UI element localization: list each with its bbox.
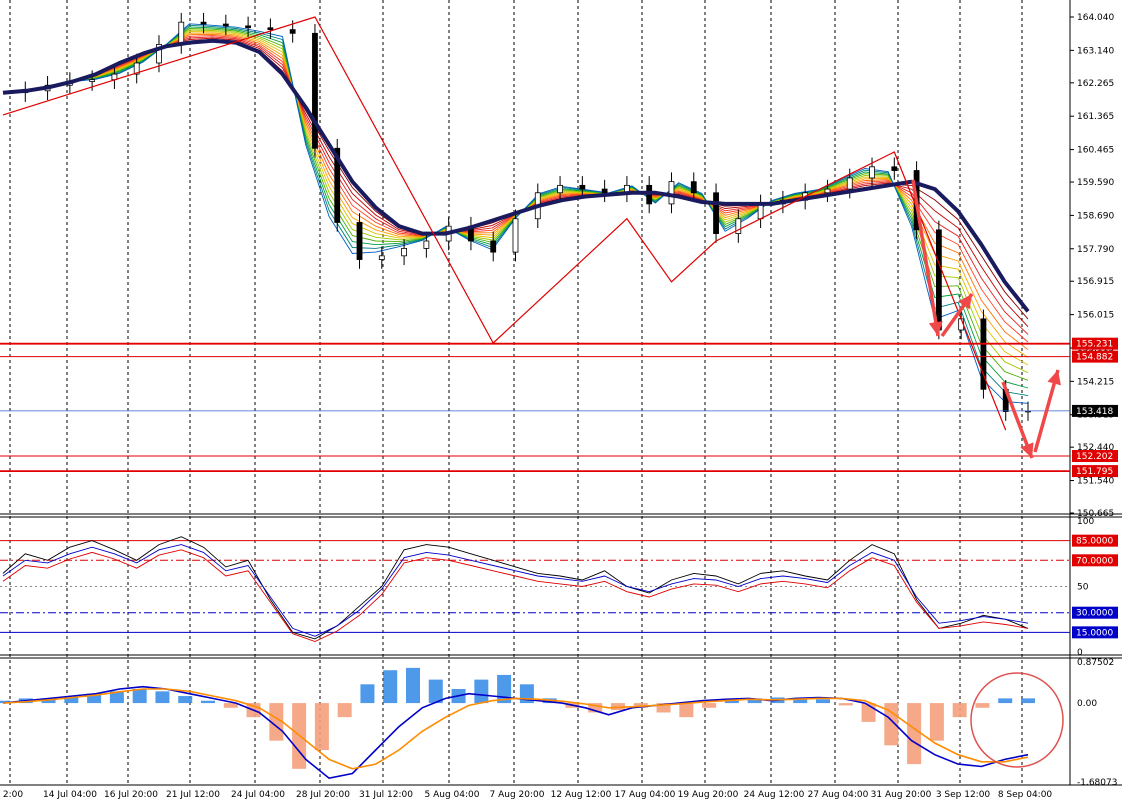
time-axis-labels: 2:00 14 Jul 04:00 16 Jul 20:00 21 Jul 12:00… <box>3 790 1053 800</box>
candle-body <box>178 21 185 45</box>
candle-body <box>423 240 430 249</box>
candle-body <box>267 27 274 31</box>
candle-body <box>935 229 942 331</box>
time-label: 7 Aug 20:00 <box>490 790 545 800</box>
time-label: 28 Jul 20:00 <box>296 790 350 800</box>
macd-panel: 0.87502 0.00 -1.68073 <box>0 658 1117 788</box>
candle-body <box>89 79 96 82</box>
macd-histogram-bar <box>907 703 922 765</box>
price-tick-label: 159.590 <box>1077 178 1114 188</box>
price-tick-label: 163.140 <box>1077 46 1114 56</box>
macd-tick-label: 0.87502 <box>1077 658 1114 668</box>
price-tick-label: 151.540 <box>1077 477 1114 487</box>
candle-body <box>245 25 252 29</box>
macd-histogram-bar <box>702 703 717 708</box>
time-label: 31 Aug 20:00 <box>871 790 932 800</box>
candle-body <box>490 240 497 253</box>
price-tick-label: 161.365 <box>1077 112 1114 122</box>
price-tick-label: 164.040 <box>1077 13 1114 23</box>
candle-body <box>690 181 697 194</box>
price-panel-bg <box>0 0 1070 513</box>
macd-histogram-bar <box>838 703 853 706</box>
price-level-label: 152.202 <box>1076 452 1113 462</box>
macd-histogram-bar <box>360 684 375 704</box>
price-level-label: 151.795 <box>1076 467 1113 477</box>
macd-histogram-bar <box>679 703 694 718</box>
macd-histogram-bar <box>952 703 967 718</box>
candle-body <box>512 218 519 253</box>
time-label: 17 Aug 04:00 <box>615 790 676 800</box>
candle-body <box>579 184 586 190</box>
macd-histogram-bar <box>155 691 170 704</box>
price-level-label: 154.882 <box>1076 353 1113 363</box>
candle-body <box>356 222 363 260</box>
candle-body <box>289 29 296 34</box>
stoch-tick-label: 0 <box>1077 648 1083 658</box>
time-label: 5 Aug 04:00 <box>425 790 480 800</box>
macd-histogram-bar <box>1021 698 1035 704</box>
candle-body <box>557 184 563 194</box>
time-label: 14 Jul 04:00 <box>43 790 97 800</box>
stochastic-panel: 100 50 0 85.0000 70.0000 30.0000 15.0000 <box>0 517 1118 658</box>
time-label: 31 Jul 12:00 <box>359 790 413 800</box>
macd-histogram-bar <box>383 670 398 704</box>
candle-body <box>713 192 719 234</box>
trading-chart[interactable]: 164.040 163.140 162.265 161.365 160.465 159.5… <box>0 0 1122 801</box>
candle-body <box>846 177 853 190</box>
candle-body <box>869 166 875 179</box>
price-tick-label: 154.215 <box>1077 377 1114 387</box>
stoch-level-label: 70.0000 <box>1076 556 1113 566</box>
price-tick-label: 158.690 <box>1077 211 1114 221</box>
time-label: 21 Jul 12:00 <box>166 790 220 800</box>
candle-body <box>378 255 385 260</box>
highlight-circle <box>970 672 1064 768</box>
price-tick-label: 160.465 <box>1077 146 1114 156</box>
time-label: 3 Sep 12:00 <box>936 790 991 800</box>
macd-histogram-bar <box>178 696 193 704</box>
candle-body <box>312 32 318 149</box>
stoch-tick-label: 50 <box>1077 583 1089 593</box>
stoch-level-label: 30.0000 <box>1076 609 1113 619</box>
candle-body <box>601 188 608 194</box>
current-price-label: 153.418 <box>1076 407 1113 417</box>
macd-histogram-bar <box>132 688 147 704</box>
macd-histogram-bar <box>201 700 215 704</box>
price-tick-label: 156.015 <box>1077 311 1114 321</box>
price-tick-label: 157.790 <box>1077 245 1114 255</box>
macd-histogram-bar <box>314 703 329 751</box>
macd-histogram-bar <box>406 667 420 704</box>
macd-tick-label: 0.00 <box>1077 699 1097 709</box>
candle-body <box>668 181 675 205</box>
macd-histogram-bar <box>975 703 990 708</box>
time-label: 12 Aug 12:00 <box>551 790 612 800</box>
candle-body <box>891 166 898 171</box>
time-label: 24 Jul 04:00 <box>231 790 285 800</box>
time-label: 27 Aug 04:00 <box>808 790 869 800</box>
stoch-level-label: 15.0000 <box>1076 628 1113 638</box>
time-label: 8 Sep 04:00 <box>998 790 1053 800</box>
macd-histogram-bar <box>998 698 1013 704</box>
macd-histogram-bar <box>337 703 352 718</box>
time-label: 16 Jul 20:00 <box>104 790 158 800</box>
price-axis-bg <box>1070 0 1122 513</box>
stoch-line <box>2 536 1029 640</box>
candle-body <box>200 21 207 25</box>
candle-body <box>222 23 229 27</box>
price-tick-label: 162.265 <box>1077 79 1114 89</box>
candle-body <box>757 203 764 220</box>
stoch-level-label: 85.0000 <box>1076 537 1113 547</box>
price-tick-label: 156.915 <box>1077 277 1114 287</box>
candle-body <box>401 248 407 257</box>
candle-body <box>824 188 831 194</box>
time-label: 2:00 <box>3 790 23 800</box>
price-level-label: 155.231 <box>1076 340 1113 350</box>
time-label: 19 Aug 20:00 <box>678 790 739 800</box>
macd-histogram-bar <box>474 679 489 704</box>
time-label: 24 Aug 12:00 <box>744 790 805 800</box>
macd-tick-label: -1.68073 <box>1077 778 1117 788</box>
macd-histogram-bar <box>816 699 830 704</box>
macd-histogram-bar <box>929 703 944 741</box>
stoch-line <box>2 549 1029 642</box>
stoch-tick-label: 100 <box>1077 517 1094 527</box>
